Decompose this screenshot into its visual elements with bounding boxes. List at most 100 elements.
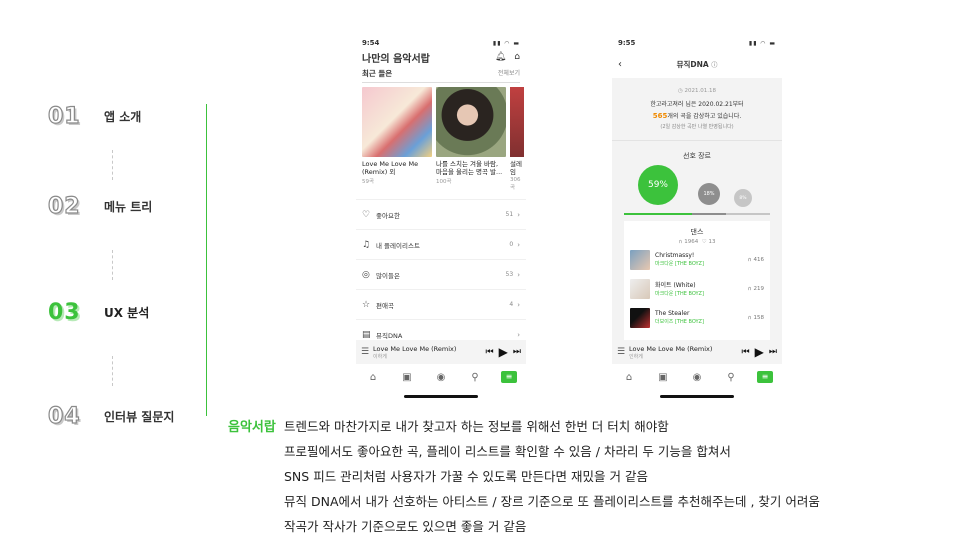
menu-item-most-played[interactable]: ◎ 많이들은 53 › — [356, 259, 526, 289]
song-artwork — [630, 307, 650, 328]
genre-bubble[interactable]: 59% — [638, 165, 678, 205]
genre-bubble[interactable]: 8% — [734, 189, 752, 207]
previous-icon[interactable]: ⏮ — [742, 347, 750, 357]
summary-count-text: 개의 곡을 감상하고 있습니다. — [667, 113, 742, 120]
nav-item-menu-tree[interactable]: 02 메뉴 트리 — [47, 193, 153, 219]
page-title: 나만의 음악서랍 — [362, 53, 430, 65]
chevron-right-icon: › — [517, 300, 520, 309]
profile-icon[interactable]: ⌂ — [514, 52, 520, 62]
top-genre-card: 댄스 ∩ 1964 ♡ 13 Christmassy! 마크다운 [THE BO… — [624, 221, 770, 355]
song-artwork — [630, 249, 650, 270]
genre-bubble[interactable]: 18% — [698, 183, 720, 205]
album-card[interactable]: Love Me Love Me (Remix) 외 59곡 — [362, 87, 432, 191]
album-track-count: 306곡 — [510, 177, 521, 191]
song-play-count: 219 — [753, 285, 765, 292]
page-title: 뮤직DNA ⓘ — [638, 59, 756, 70]
chevron-right-icon: › — [517, 270, 520, 279]
next-icon[interactable]: ⏭ — [769, 347, 777, 357]
nav-label: 메뉴 트리 — [104, 200, 153, 214]
menu-item-liked[interactable]: ♡ 좋아요한 51 › — [356, 199, 526, 229]
note-line: 뮤직 DNA에서 내가 선호하는 아티스트 / 장르 기준으로 또 플레이리스트… — [284, 494, 820, 509]
mini-player[interactable]: ☰ Love Me Love Me (Remix) 인하게 ⏮ ▶ ⏭ — [612, 340, 782, 364]
album-card[interactable]: 나를 스치는 겨울 바람, 마음을 울리는 명곡 발... 100곡 — [436, 87, 506, 191]
nav-label: 인터뷰 질문지 — [104, 410, 175, 424]
status-time: 9:54 — [362, 39, 380, 47]
home-icon[interactable]: ⌂ — [365, 372, 381, 383]
note-line: SNS 피드 관리처럼 사용자가 가꿀 수 있도록 만든다면 재밌을 거 같음 — [284, 469, 648, 484]
nav-item-app-intro[interactable]: 01 앱 소개 — [47, 103, 141, 129]
recent-album-carousel[interactable]: Love Me Love Me (Remix) 외 59곡 나를 스치는 겨울 … — [356, 83, 526, 191]
signal-wifi-battery-icon: ▮▮ ◠ ▬ — [492, 39, 520, 47]
notes-title: 음악서랍 — [228, 420, 276, 435]
player-artist: 이하게 — [373, 353, 387, 360]
page-title-text: 뮤직DNA — [676, 59, 709, 69]
library-icon[interactable]: ≡ — [501, 371, 517, 383]
divider — [612, 140, 782, 141]
genre-name: 댄스 — [690, 228, 704, 236]
previous-icon[interactable]: ⏮ — [486, 347, 494, 357]
library-icon[interactable]: ≡ — [757, 371, 773, 383]
home-indicator — [404, 395, 478, 398]
star-icon: ☆ — [362, 299, 371, 310]
song-artist: 마크다운 [THE BOYZ] — [655, 261, 704, 267]
today-icon[interactable]: ▣ — [399, 372, 415, 383]
next-icon[interactable]: ⏭ — [513, 347, 521, 357]
song-play-count: 416 — [753, 256, 765, 263]
page-header: 나만의 음악서랍 🔔︎ ⌂ — [356, 50, 526, 65]
nav-item-ux-analysis[interactable]: 03 UX 분석 — [48, 300, 149, 325]
search-icon[interactable]: ⚲ — [723, 372, 739, 383]
play-icon[interactable]: ▶ — [755, 345, 764, 359]
song-row[interactable]: Christmassy! 마크다운 [THE BOYZ] ∩ 416 — [630, 245, 764, 274]
status-bar: 9:54 ▮▮ ◠ ▬ — [356, 36, 526, 50]
home-indicator — [660, 395, 734, 398]
queue-icon[interactable]: ☰ — [617, 347, 629, 357]
queue-icon[interactable]: ☰ — [361, 347, 373, 357]
genre-plays: 1964 — [684, 239, 699, 245]
song-plays: ∩ 219 — [748, 286, 764, 292]
song-row[interactable]: 화이트 (White) 마크다운 [THE BOYZ] ∩ 219 — [630, 274, 764, 303]
menu-item-my-playlist[interactable]: ♫ 내 플레이리스트 0 › — [356, 229, 526, 259]
back-icon[interactable]: ‹ — [618, 59, 638, 70]
info-icon[interactable]: ⓘ — [711, 62, 717, 69]
song-play-count: 158 — [753, 314, 765, 321]
album-track-count: 59곡 — [362, 179, 375, 185]
section-divider — [206, 104, 207, 416]
menu-label: 내 플레이리스트 — [376, 241, 420, 250]
menu-item-favorite[interactable]: ☆ 편애곡 4 › — [356, 289, 526, 319]
vibe-icon: ◎ — [362, 269, 370, 280]
vibe-tab-icon[interactable]: ◉ — [433, 372, 449, 383]
playlist-icon: ♫ — [362, 239, 371, 250]
recent-section-header: 최근 들은 전체보기 — [356, 68, 526, 79]
album-title: Love Me Love Me (Remix) 외 — [362, 160, 419, 176]
genre-bubble-chart: 59% 18% 8% — [624, 165, 770, 215]
mini-player[interactable]: ☰ Love Me Love Me (Remix) 이하게 ⏮ ▶ ⏭ — [356, 340, 526, 364]
headphones-icon: ∩ — [747, 314, 752, 321]
vibe-tab-icon[interactable]: ◉ — [689, 372, 705, 383]
home-icon[interactable]: ⌂ — [621, 372, 637, 383]
genre-likes: 13 — [708, 239, 716, 245]
status-time: 9:55 — [618, 39, 636, 47]
player-track-title: Love Me Love Me (Remix) — [629, 344, 713, 353]
song-row[interactable]: The Stealer 더보이즈 [THE BOYZ] ∩ 158 — [630, 303, 764, 332]
note-line: 프로필에서도 좋아요한 곡, 플레이 리스트를 확인할 수 있음 / 차라리 두… — [284, 444, 731, 459]
song-artist: 마크다운 [THE BOYZ] — [655, 291, 704, 297]
nav-number: 04 — [47, 403, 81, 429]
menu-label: 좋아요한 — [376, 211, 400, 220]
nav-divider — [112, 250, 113, 280]
album-card[interactable]: 설레임 보위기 306곡 — [510, 87, 524, 191]
phone-screen-music-dna: 9:55 ▮▮ ◠ ▬ ‹ 뮤직DNA ⓘ ◷ 2021.01.18 한고라고져… — [612, 36, 782, 398]
menu-label: 뮤직DNA — [376, 331, 403, 340]
search-icon[interactable]: ⚲ — [467, 372, 483, 383]
song-title: Christmassy! — [655, 252, 695, 259]
menu-count: 51 — [505, 211, 514, 218]
bell-icon[interactable]: 🔔︎ — [495, 52, 506, 62]
summary-count-line: 565개의 곡을 감상하고 있습니다. — [612, 111, 782, 120]
nav-item-interview[interactable]: 04 인터뷰 질문지 — [47, 403, 175, 429]
play-icon[interactable]: ▶ — [499, 345, 508, 359]
view-all-link[interactable]: 전체보기 — [498, 68, 520, 79]
nav-number: 02 — [47, 193, 81, 219]
today-icon[interactable]: ▣ — [655, 372, 671, 383]
album-track-count: 100곡 — [436, 179, 452, 185]
headphones-icon: ∩ — [747, 285, 752, 292]
chevron-right-icon: › — [517, 330, 520, 339]
